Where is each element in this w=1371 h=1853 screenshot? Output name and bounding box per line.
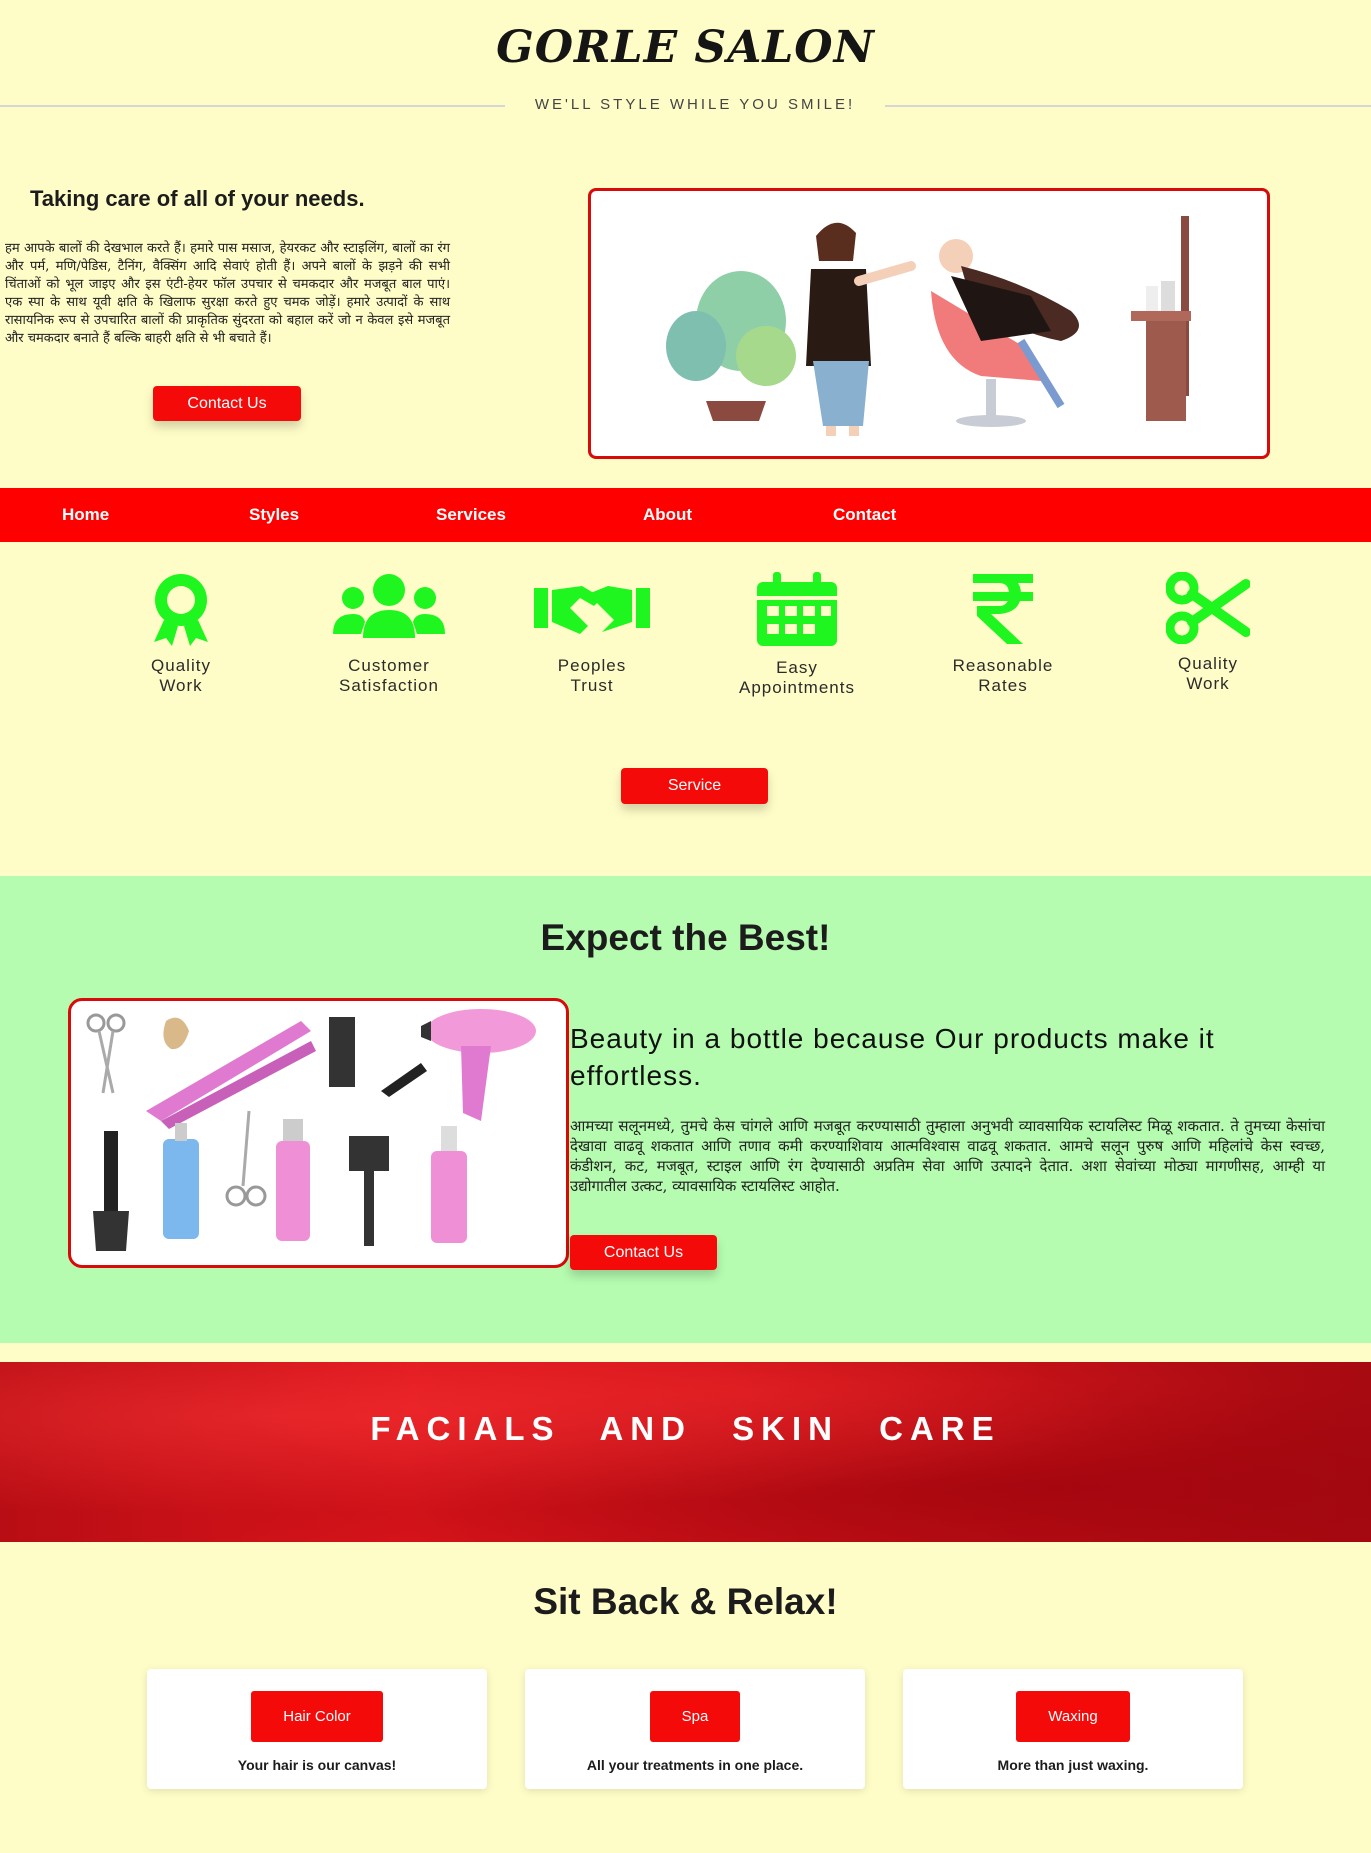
award-icon (154, 574, 208, 646)
relax-title: Sit Back & Relax! (533, 1581, 838, 1622)
nav-styles[interactable]: Styles (249, 488, 299, 542)
service-card-spa: Spa All your treatments in one place. (525, 1669, 865, 1789)
card-text: More than just waxing. (997, 1757, 1149, 1773)
hero-title: Taking care of all of your needs. (30, 186, 365, 211)
scissors-icon (1166, 572, 1250, 644)
feature-label: Reasonable Rates (952, 656, 1054, 695)
salon-tools-image (68, 998, 569, 1268)
spa-button[interactable]: Spa (649, 1691, 741, 1742)
nav-services[interactable]: Services (436, 488, 506, 542)
feature-easy-appointments: Easy Appointments (712, 572, 882, 698)
feature-label: Quality Work (1178, 654, 1238, 693)
divider-right (885, 105, 1371, 107)
nav-about[interactable]: About (643, 488, 692, 542)
feature-reasonable-rates: Reasonable Rates (918, 572, 1088, 696)
feature-customer-satisfaction: Customer Satisfaction (304, 572, 474, 696)
expect-subtitle: Beauty in a bottle because Our products … (570, 1023, 1215, 1091)
feature-label: Customer Satisfaction (339, 656, 439, 695)
nav-home[interactable]: Home (62, 488, 109, 542)
feature-peoples-trust: Peoples Trust (507, 572, 677, 696)
feature-quality-work: Quality Work (96, 572, 266, 696)
hero-text: हम आपके बालों की देखभाल करते हैं। हमारे … (5, 241, 450, 346)
divider-left (0, 105, 505, 107)
tagline: WE'LL STYLE WHILE YOU SMILE! (534, 96, 856, 113)
hairstylist-illustration (588, 188, 1270, 459)
nav-contact[interactable]: Contact (833, 488, 896, 542)
expect-text: आमच्या सलूनमध्ये, तुमचे केस चांगले आणि म… (570, 1117, 1325, 1195)
banner-text: FACIALS AND SKIN CARE (370, 1410, 1001, 1447)
service-button[interactable]: Service (621, 768, 768, 804)
hero-contact-button[interactable]: Contact Us (153, 386, 301, 421)
main-nav: Home Styles Services About Contact (0, 488, 1371, 542)
service-card-hair-color: Hair Color Your hair is our canvas! (147, 1669, 487, 1789)
expect-contact-button[interactable]: Contact Us (570, 1235, 717, 1270)
calendar-icon (757, 572, 837, 646)
service-card-waxing: Waxing More than just waxing. (903, 1669, 1243, 1789)
feature-label: Easy Appointments (739, 658, 855, 697)
feature-quality-work-2: Quality Work (1123, 572, 1293, 694)
rupee-icon (973, 574, 1033, 644)
card-text: Your hair is our canvas! (237, 1757, 397, 1773)
handshake-icon (534, 586, 650, 634)
hair-color-button[interactable]: Hair Color (251, 1691, 383, 1742)
feature-label: Peoples Trust (557, 656, 627, 695)
facials-banner: FACIALS AND SKIN CARE (0, 1362, 1371, 1542)
feature-label: Quality Work (151, 656, 211, 695)
waxing-button[interactable]: Waxing (1016, 1691, 1130, 1742)
card-text: All your treatments in one place. (586, 1757, 804, 1773)
brand-logo: GORLE SALON (496, 22, 875, 73)
expect-title: Expect the Best! (540, 917, 831, 958)
users-icon (333, 574, 445, 638)
